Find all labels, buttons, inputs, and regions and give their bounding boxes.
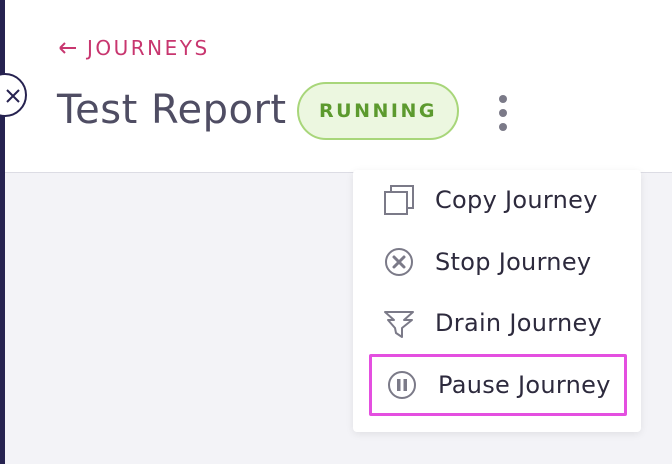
menu-item-label: Copy Journey (435, 186, 598, 214)
stop-circle-icon (381, 244, 417, 280)
menu-item-label: Drain Journey (435, 309, 603, 337)
collapse-sidebar-button[interactable] (0, 73, 27, 117)
close-icon (6, 89, 20, 103)
menu-item-drain-journey[interactable]: Drain Journey (369, 297, 627, 349)
kebab-dot (499, 109, 507, 117)
menu-item-label: Stop Journey (435, 248, 592, 276)
drain-funnel-icon (381, 305, 417, 341)
menu-item-pause-journey[interactable]: Pause Journey (369, 354, 627, 416)
copy-icon (381, 182, 417, 218)
kebab-dot (499, 123, 507, 131)
journey-actions-menu: Copy Journey Stop Journey Drain Journey (353, 170, 641, 432)
pause-circle-icon (384, 367, 420, 403)
page-title: Test Report (57, 87, 287, 133)
journey-screen: JOURNEYS Test Report RUNNING Copy Journe… (0, 0, 672, 464)
arrow-left-icon (59, 42, 76, 54)
back-link-label: JOURNEYS (87, 36, 210, 60)
back-to-journeys-link[interactable]: JOURNEYS (59, 36, 210, 60)
more-options-button[interactable] (493, 95, 513, 131)
menu-item-copy-journey[interactable]: Copy Journey (369, 174, 627, 226)
menu-item-stop-journey[interactable]: Stop Journey (369, 236, 627, 288)
journey-header: JOURNEYS Test Report RUNNING (0, 0, 672, 173)
kebab-dot (499, 95, 507, 103)
status-badge: RUNNING (297, 82, 459, 140)
menu-item-label: Pause Journey (438, 371, 611, 399)
